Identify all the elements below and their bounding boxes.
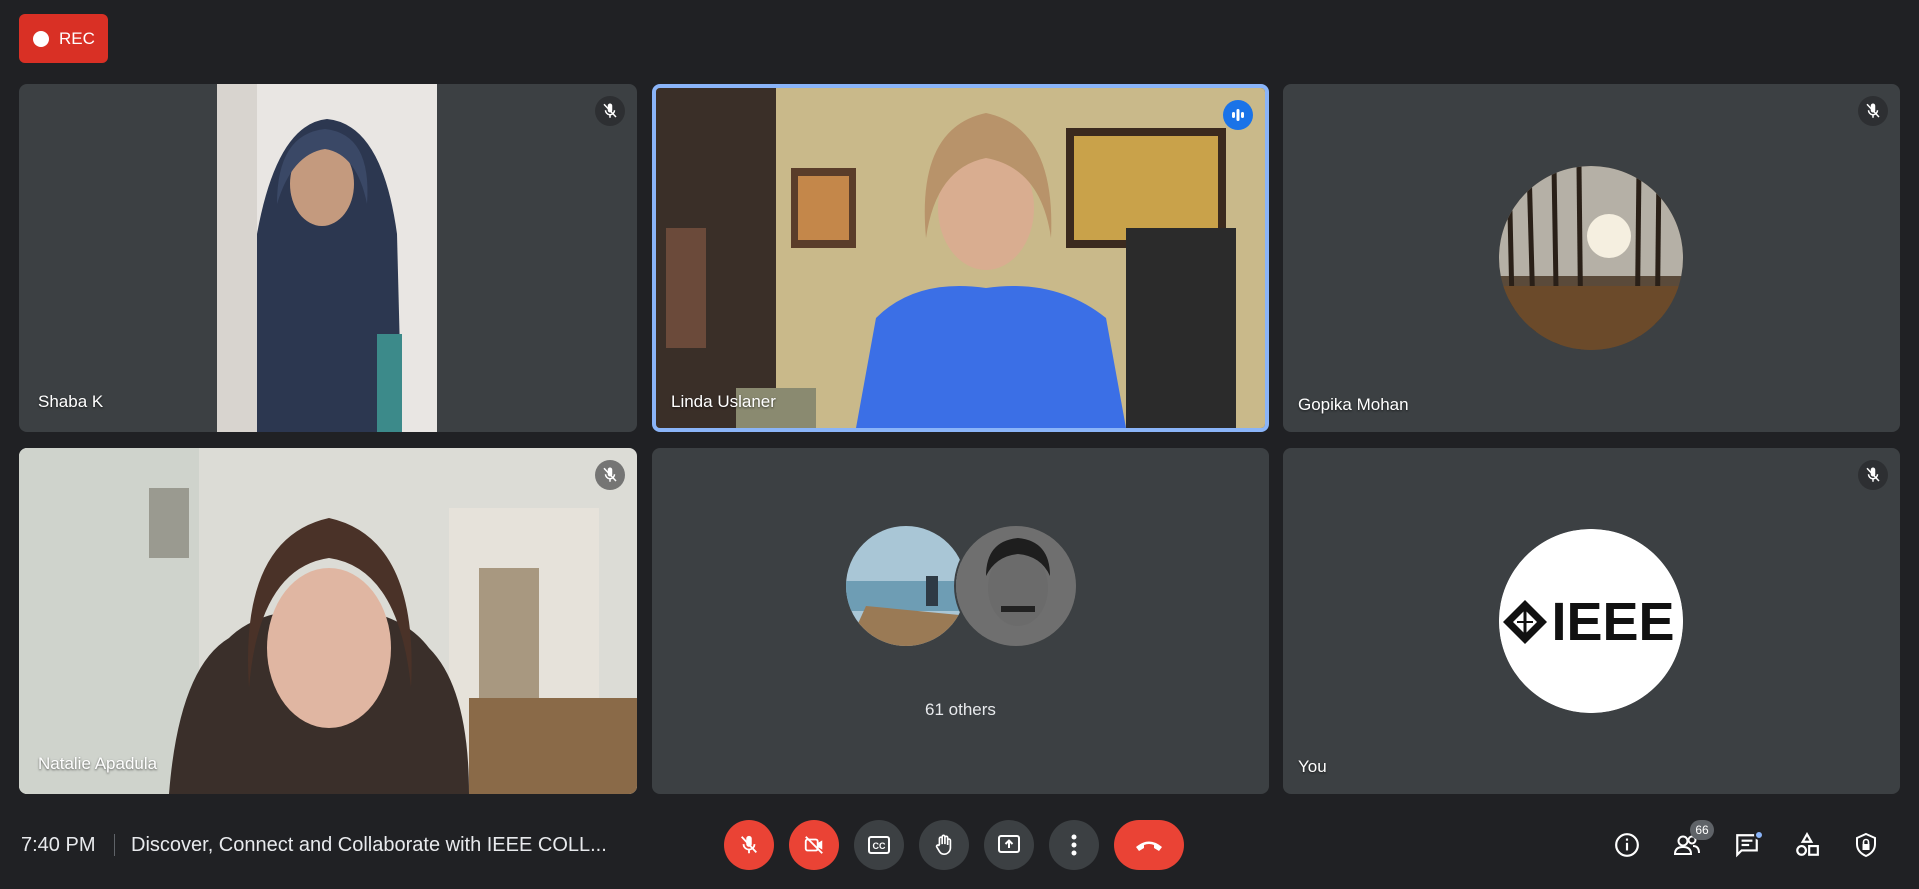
raise-hand-icon (935, 834, 952, 855)
chat-notification-dot (1754, 830, 1764, 840)
divider (114, 834, 115, 856)
participant-name: Linda Uslaner (671, 392, 776, 411)
participant-name: Natalie Apadula (38, 754, 158, 773)
activities-icon (1796, 832, 1819, 856)
participant-name: Shaba K (38, 392, 104, 411)
chat-button[interactable] (1724, 822, 1770, 868)
more-options-button[interactable] (1049, 820, 1099, 870)
participant-name: You (1298, 757, 1327, 776)
participant-video (217, 84, 437, 432)
captions-button[interactable]: CC (854, 820, 904, 870)
activities-button[interactable] (1784, 822, 1830, 868)
participant-tile-linda[interactable]: Linda Uslaner (652, 84, 1269, 432)
participant-tile-gopika[interactable]: Gopika Mohan (1283, 84, 1900, 432)
more-options-icon (1071, 834, 1077, 856)
hang-up-icon (1136, 841, 1162, 851)
mic-off-icon (740, 835, 758, 854)
people-button[interactable]: 66 (1664, 820, 1714, 868)
raise-hand-button[interactable] (919, 820, 969, 870)
people-count-badge: 66 (1690, 820, 1714, 840)
host-controls-icon (1856, 832, 1876, 858)
others-count-label: 61 others (925, 700, 996, 719)
self-avatar: IEEE (1499, 529, 1683, 713)
ieee-logo-text: IEEE (1551, 592, 1674, 652)
muted-mic-icon (595, 96, 625, 126)
recording-indicator: REC (19, 14, 108, 63)
participant-tile-shaba[interactable]: Shaba K (19, 84, 637, 432)
host-controls-button[interactable] (1843, 822, 1889, 868)
participant-name: Gopika Mohan (1298, 395, 1409, 414)
participant-video (19, 448, 637, 794)
muted-mic-icon (1858, 460, 1888, 490)
meeting-details-button[interactable] (1604, 822, 1650, 868)
present-screen-button[interactable] (984, 820, 1034, 870)
participant-video (656, 88, 1265, 428)
record-dot-icon (33, 30, 49, 47)
info-icon (1615, 833, 1639, 857)
self-tile[interactable]: IEEE You (1283, 448, 1900, 794)
mic-toggle-button[interactable] (724, 820, 774, 870)
others-tile[interactable]: 61 others (652, 448, 1269, 794)
meeting-title: Discover, Connect and Collaborate with I… (131, 834, 607, 856)
participant-tile-natalie[interactable]: Natalie Apadula (19, 448, 637, 794)
svg-text:CC: CC (873, 841, 886, 851)
camera-off-icon (804, 836, 823, 854)
leave-call-button[interactable] (1114, 820, 1184, 870)
camera-toggle-button[interactable] (789, 820, 839, 870)
muted-mic-icon (1858, 96, 1888, 126)
participant-avatar (844, 524, 968, 648)
participant-avatar (954, 524, 1078, 648)
recording-label: REC (59, 28, 95, 48)
present-icon (998, 835, 1020, 853)
speaking-indicator-icon (1223, 100, 1253, 130)
others-avatars (844, 524, 1084, 648)
bottom-toolbar: 7:40 PM Discover, Connect and Collaborat… (0, 810, 1919, 880)
current-time: 7:40 PM (21, 834, 96, 856)
muted-mic-icon (595, 460, 625, 490)
participant-avatar (1499, 166, 1683, 350)
captions-icon: CC (868, 836, 890, 854)
